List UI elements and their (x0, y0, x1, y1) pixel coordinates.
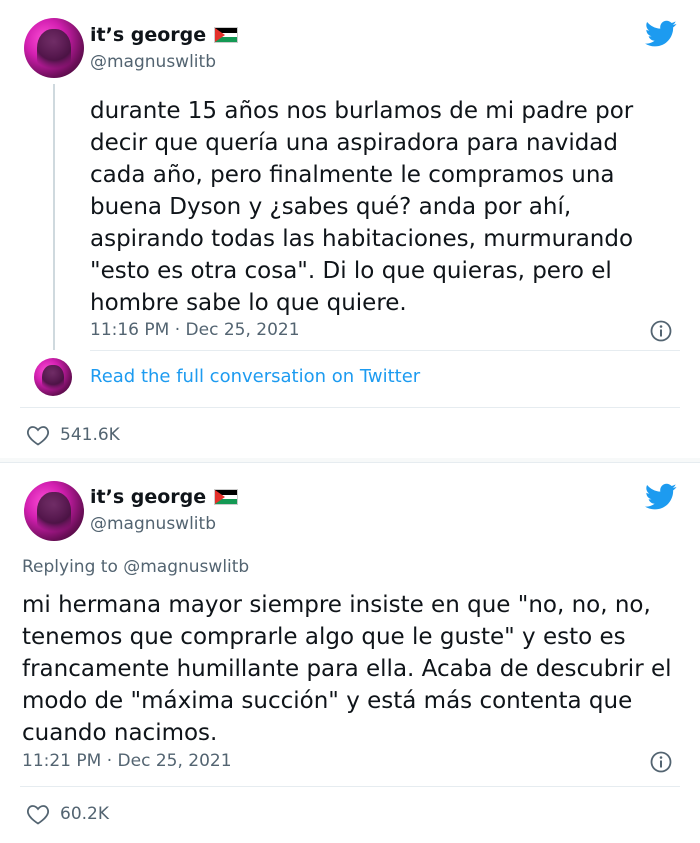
tweet-card: it’s george @magnuswlitb Replying to @ma… (0, 462, 700, 843)
info-icon[interactable] (650, 751, 672, 773)
heart-icon (26, 426, 50, 446)
like-button[interactable]: 541.6K (26, 424, 120, 446)
like-button[interactable]: 60.2K (26, 803, 109, 825)
avatar[interactable] (34, 358, 72, 396)
thread-line (53, 84, 55, 350)
palestine-flag-icon (214, 27, 239, 43)
divider (20, 786, 680, 787)
author-handle[interactable]: @magnuswlitb (90, 52, 216, 72)
like-count: 541.6K (60, 425, 120, 445)
author-name[interactable]: it’s george (90, 24, 206, 46)
author-name[interactable]: it’s george (90, 486, 206, 508)
divider (20, 407, 680, 408)
palestine-flag-icon (214, 489, 239, 505)
tweet-timestamp[interactable]: 11:21 PM · Dec 25, 2021 (22, 751, 232, 771)
tweet-text: durante 15 años nos burlamos de mi padre… (90, 98, 634, 316)
like-count: 60.2K (60, 804, 109, 824)
tweet-card: it’s george @magnuswlitb durante 15 años… (0, 0, 700, 459)
info-icon[interactable] (650, 320, 672, 342)
twitter-bird-icon[interactable] (645, 483, 677, 511)
author-name-row[interactable]: it’s george (90, 486, 239, 508)
read-conversation-link[interactable]: Read the full conversation on Twitter (90, 366, 420, 387)
twitter-bird-icon[interactable] (645, 20, 677, 48)
tweet-text: mi hermana mayor siempre insiste en que … (22, 592, 672, 746)
heart-icon (26, 805, 50, 825)
author-name-row[interactable]: it’s george (90, 24, 239, 46)
tweet-timestamp[interactable]: 11:16 PM · Dec 25, 2021 (90, 320, 300, 340)
avatar[interactable] (24, 481, 84, 541)
divider (90, 350, 680, 351)
avatar[interactable] (24, 18, 84, 78)
author-handle[interactable]: @magnuswlitb (90, 514, 216, 534)
replying-to[interactable]: Replying to @magnuswlitb (22, 557, 249, 577)
